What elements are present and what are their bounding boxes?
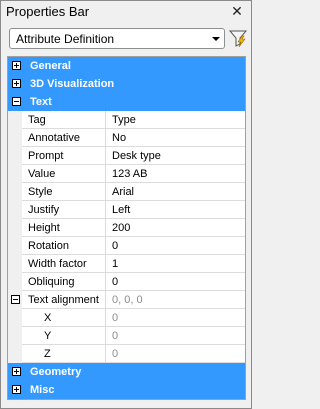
category-3d-visualization[interactable]: 3D Visualization (8, 75, 245, 93)
expand-plus-icon[interactable] (12, 79, 21, 88)
property-row-obliquing[interactable]: Obliquing 0 (8, 273, 245, 291)
property-row-style[interactable]: Style Arial (8, 183, 245, 201)
property-row-prompt[interactable]: Prompt Desk type (8, 147, 245, 165)
property-value: 0, 0, 0 (112, 294, 143, 306)
property-row-height[interactable]: Height 200 (8, 219, 245, 237)
property-value[interactable]: No (112, 129, 245, 147)
property-name: X (22, 309, 106, 327)
property-row-value[interactable]: Value 123 AB (8, 165, 245, 183)
property-value[interactable]: 0 (112, 273, 245, 291)
property-value: 0 (112, 330, 119, 342)
property-name: Y (22, 327, 106, 345)
collapse-minus-icon[interactable] (11, 295, 20, 304)
property-name: Height (22, 219, 106, 237)
entity-type-value: Attribute Definition (16, 32, 115, 46)
property-value[interactable]: 0 (112, 237, 245, 255)
property-name: Text alignment (22, 291, 106, 309)
property-grid: General 3D Visualization Text Tag Type A… (7, 56, 246, 400)
expand-plus-icon[interactable] (12, 61, 21, 70)
property-name: Tag (22, 111, 106, 129)
property-row-text-alignment[interactable]: Text alignment 0, 0, 0 (8, 291, 245, 309)
category-geometry[interactable]: Geometry (8, 363, 245, 381)
property-value[interactable]: Arial (112, 183, 245, 201)
property-name: Obliquing (22, 273, 106, 291)
property-name: Style (22, 183, 106, 201)
selector-row: Attribute Definition (6, 26, 248, 50)
category-label: Geometry (30, 366, 82, 378)
property-row-width-factor[interactable]: Width factor 1 (8, 255, 245, 273)
collapse-minus-icon[interactable] (12, 97, 21, 106)
category-label: 3D Visualization (30, 78, 115, 90)
property-value: 0 (112, 348, 119, 360)
property-name: Annotative (22, 129, 106, 147)
properties-bar-window: Properties Bar ✕ Attribute Definition Ge… (0, 0, 252, 409)
category-misc[interactable]: Misc (8, 381, 245, 399)
property-value[interactable]: Type (112, 111, 245, 129)
chevron-down-icon[interactable] (212, 37, 220, 41)
property-name: Justify (22, 201, 106, 219)
category-text[interactable]: Text (8, 93, 245, 111)
category-label: Text (30, 96, 52, 108)
property-value[interactable]: 123 AB (112, 165, 245, 183)
property-name: Prompt (22, 147, 106, 165)
property-value[interactable]: Desk type (112, 147, 245, 165)
title-bar[interactable]: Properties Bar ✕ (1, 1, 251, 23)
property-value[interactable]: Left (112, 201, 245, 219)
expand-plus-icon[interactable] (12, 385, 21, 394)
category-label: General (30, 60, 71, 72)
property-row-alignment-x[interactable]: X 0 (8, 309, 245, 327)
property-name: Value (22, 165, 106, 183)
property-value[interactable]: 1 (112, 255, 245, 273)
entity-type-dropdown[interactable]: Attribute Definition (9, 28, 225, 49)
category-general[interactable]: General (8, 57, 245, 75)
property-value: 0 (112, 312, 119, 324)
property-value[interactable]: 200 (112, 219, 245, 237)
quick-select-button[interactable] (228, 28, 248, 48)
category-label: Misc (30, 384, 55, 396)
property-name: Z (22, 345, 106, 363)
property-row-justify[interactable]: Justify Left (8, 201, 245, 219)
property-row-rotation[interactable]: Rotation 0 (8, 237, 245, 255)
property-row-annotative[interactable]: Annotative No (8, 129, 245, 147)
close-button[interactable]: ✕ (229, 4, 245, 20)
property-name: Width factor (22, 255, 106, 273)
property-row-alignment-y[interactable]: Y 0 (8, 327, 245, 345)
window-title: Properties Bar (6, 4, 90, 19)
filter-lightning-icon (228, 30, 248, 48)
property-name: Rotation (22, 237, 106, 255)
property-row-alignment-z[interactable]: Z 0 (8, 345, 245, 363)
expand-plus-icon[interactable] (12, 367, 21, 376)
property-row-tag[interactable]: Tag Type (8, 111, 245, 129)
